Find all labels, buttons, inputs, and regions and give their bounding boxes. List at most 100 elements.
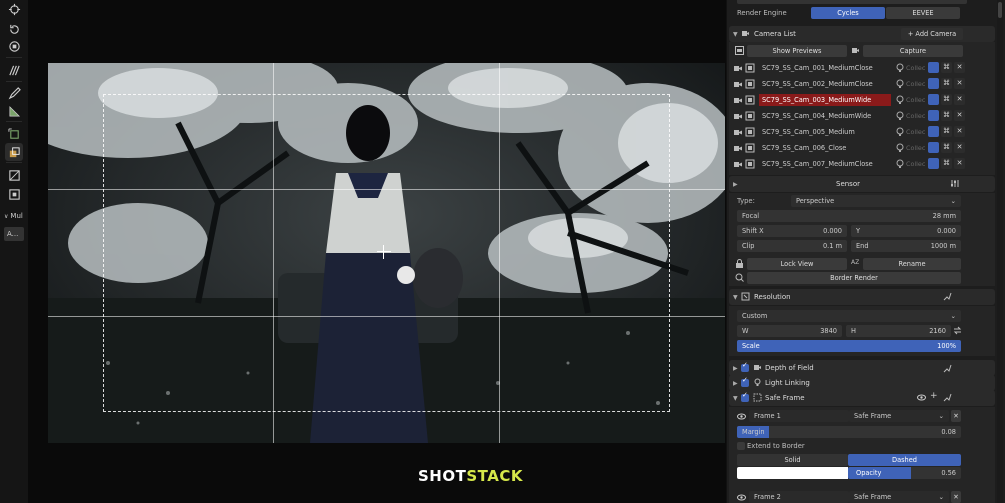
annotate-tool-icon[interactable] [5,61,23,79]
light-linking-header[interactable]: ▶ Light Linking [729,375,995,391]
camera-delete-icon[interactable]: ✕ [954,142,965,153]
bevel-tool-icon[interactable] [5,166,23,184]
sensor-settings-icon[interactable] [950,179,959,188]
camera-view[interactable] [48,63,725,443]
margin-slider[interactable]: Margin 0.08 [737,426,961,438]
camera-list-item[interactable]: SC79_SS_Cam_005_Medium Collec ⌘ ✕ [733,125,990,139]
camera-delete-icon[interactable]: ✕ [954,94,965,105]
camera-list-item[interactable]: SC79_SS_Cam_006_Close Collec ⌘ ✕ [733,141,990,155]
camera-icon[interactable] [733,159,743,169]
safe-frame-checkbox[interactable] [741,391,749,402]
dof-preset-icon[interactable] [943,364,952,373]
camera-name[interactable]: SC79_SS_Cam_002_MediumClose [759,78,891,90]
transform-tool-icon[interactable] [5,37,23,55]
camera-delete-icon[interactable]: ✕ [954,110,965,121]
inset-tool-icon[interactable] [5,185,23,203]
camera-preview-icon[interactable] [745,111,755,121]
rename-button[interactable]: Rename [863,258,961,270]
camera-icon[interactable] [733,127,743,137]
render-engine-eevee[interactable]: EEVEE [886,7,960,19]
extend-to-border-checkbox[interactable] [737,442,745,450]
camera-preview-icon[interactable] [745,63,755,73]
sensor-type-dropdown[interactable]: Perspective ⌄ [791,195,961,207]
operator-field[interactable]: A... [4,227,24,241]
camera-name[interactable]: SC79_SS_Cam_006_Close [759,142,891,154]
camera-delete-icon[interactable]: ✕ [954,126,965,137]
resolution-preset-dropdown[interactable]: Custom ⌄ [737,310,961,322]
extrude-tool-icon[interactable] [5,143,23,161]
opacity-slider[interactable]: Opacity 0.56 [848,467,961,479]
style-solid-button[interactable]: Solid [737,454,848,466]
panel-scrollbar[interactable] [997,0,1003,503]
lightbulb-icon[interactable] [895,143,905,153]
camera-name[interactable]: SC79_SS_Cam_003_MediumWide [759,94,891,106]
camera-list-item[interactable]: SC79_SS_Cam_001_MediumClose Collec ⌘ ✕ [733,61,990,75]
camera-render-icon[interactable]: ⌘ [941,126,952,137]
camera-name[interactable]: SC79_SS_Cam_001_MediumClose [759,62,891,74]
previous-field[interactable] [737,0,967,4]
camera-preview-icon[interactable] [745,159,755,169]
lightbulb-icon[interactable] [895,63,905,73]
frame1-remove-button[interactable]: ✕ [951,410,961,422]
depth-of-field-checkbox[interactable] [741,361,749,372]
rotate-tool-icon[interactable] [5,20,23,38]
camera-list-item[interactable]: SC79_SS_Cam_002_MediumClose Collec ⌘ ✕ [733,77,990,91]
camera-delete-icon[interactable]: ✕ [954,158,965,169]
show-previews-button[interactable]: Show Previews [747,45,847,57]
camera-preview-icon[interactable] [745,79,755,89]
lightbulb-icon[interactable] [895,159,905,169]
camera-icon[interactable] [733,95,743,105]
cursor-tool-icon[interactable] [5,0,23,18]
frame2-remove-button[interactable]: ✕ [951,491,961,503]
capture-camera-icon[interactable] [851,46,860,55]
lock-view-button[interactable]: Lock View [747,258,847,270]
resolution-width-field[interactable]: W 3840 [737,325,842,337]
shift-y-field[interactable]: Y 0.000 [851,225,961,237]
resolution-height-field[interactable]: H 2160 [846,325,951,337]
camera-icon[interactable] [733,143,743,153]
light-linking-checkbox[interactable] [741,376,749,387]
resolution-preset-icon[interactable] [943,292,952,301]
frame2-type-dropdown[interactable]: Safe Frame ⌄ [849,491,949,503]
camera-delete-icon[interactable]: ✕ [954,62,965,73]
measure-tool-icon[interactable] [5,102,23,120]
add-frame-icon[interactable]: + [930,392,939,401]
border-render-icon[interactable] [735,273,744,282]
panel-scrollbar-thumb[interactable] [998,2,1002,18]
add-camera-button[interactable]: + Add Camera [901,28,963,40]
pencil-tool-icon[interactable] [5,84,23,102]
clip-end-field[interactable]: End 1000 m [851,240,961,252]
camera-preview-icon[interactable] [745,143,755,153]
add-cube-tool-icon[interactable] [5,125,23,143]
eye-icon[interactable] [917,393,926,402]
clip-start-field[interactable]: Clip 0.1 m [737,240,847,252]
camera-name[interactable]: SC79_SS_Cam_005_Medium [759,126,891,138]
frame2-visibility-icon[interactable] [737,493,746,502]
camera-delete-icon[interactable]: ✕ [954,78,965,89]
border-render-button[interactable]: Border Render [747,272,961,284]
camera-list-item[interactable]: SC79_SS_Cam_007_MediumClose Collec ⌘ ✕ [733,157,990,171]
shift-x-field[interactable]: Shift X 0.000 [737,225,847,237]
camera-render-icon[interactable]: ⌘ [941,78,952,89]
camera-render-icon[interactable]: ⌘ [941,62,952,73]
camera-icon[interactable] [733,111,743,121]
camera-render-icon[interactable]: ⌘ [941,110,952,121]
operator-panel-header[interactable]: ∨ Mul [4,212,23,220]
camera-list-item[interactable]: SC79_SS_Cam_003_MediumWide Collec ⌘ ✕ [733,93,990,107]
lightbulb-icon[interactable] [895,127,905,137]
camera-icon[interactable] [733,63,743,73]
frame2-name-field[interactable]: Frame 2 [749,491,849,503]
camera-select-icon[interactable] [928,142,939,153]
safe-frame-preset-icon[interactable] [943,393,952,402]
preview-toggle-icon[interactable] [735,46,744,55]
camera-render-icon[interactable]: ⌘ [941,142,952,153]
camera-select-icon[interactable] [928,78,939,89]
camera-select-icon[interactable] [928,158,939,169]
camera-preview-icon[interactable] [745,127,755,137]
camera-name[interactable]: SC79_SS_Cam_004_MediumWide [759,110,891,122]
camera-select-icon[interactable] [928,126,939,137]
camera-list-item[interactable]: SC79_SS_Cam_004_MediumWide Collec ⌘ ✕ [733,109,990,123]
camera-icon[interactable] [733,79,743,89]
safe-frame-header[interactable]: ▼ Safe Frame [729,390,995,406]
lightbulb-icon[interactable] [895,79,905,89]
